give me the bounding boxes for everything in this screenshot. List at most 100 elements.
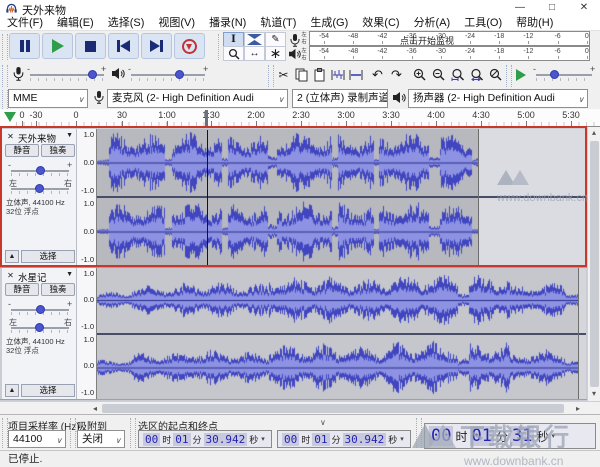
track2-menu-arrow-icon[interactable]: ▼ <box>66 271 73 278</box>
track2-vertical-scale[interactable]: 1.0 0.0 -1.0 1.0 0.0 -1.0 <box>77 268 97 400</box>
menu-effect[interactable]: 效果(C) <box>355 16 406 30</box>
zoom-out-button[interactable] <box>429 64 448 85</box>
stop-button[interactable] <box>75 33 106 59</box>
scroll-up-icon[interactable]: ▴ <box>588 128 600 137</box>
copy-icon <box>295 68 308 82</box>
track1-collapse-button[interactable]: ▲ <box>5 250 19 263</box>
track2-pan-thumb[interactable] <box>35 323 44 332</box>
field-dropdown-icon[interactable]: ▾ <box>400 435 404 443</box>
field-dropdown-icon[interactable]: ▾ <box>261 435 265 443</box>
zoom-tool-button[interactable] <box>223 46 244 61</box>
scroll-right-icon[interactable]: ▸ <box>572 404 584 413</box>
track2-solo-button[interactable]: 独奏 <box>41 283 75 296</box>
playback-meter[interactable]: -54-48-42-36-30-24-18-12-60 <box>309 46 590 61</box>
multi-tool-button[interactable]: ∗ <box>265 46 286 61</box>
horizontal-scroll-thumb[interactable] <box>102 404 564 413</box>
menu-tools[interactable]: 工具(O) <box>457 16 509 30</box>
track2-right-waveform[interactable] <box>97 337 578 398</box>
vertical-scroll-thumb[interactable] <box>590 141 599 387</box>
menu-analyze[interactable]: 分析(A) <box>407 16 458 30</box>
vertical-scrollbar[interactable]: ▴ ▾ <box>587 127 600 401</box>
scroll-left-icon[interactable]: ◂ <box>89 404 101 413</box>
track1-left-waveform[interactable] <box>97 130 478 195</box>
audio-position-field[interactable]: 00时 01分 31秒 ▾ <box>424 423 596 449</box>
track1-pan-thumb[interactable] <box>35 184 44 193</box>
redo-button[interactable]: ↷ <box>387 64 406 85</box>
play-speed-slider[interactable] <box>536 74 592 76</box>
menu-transport[interactable]: 播录(N) <box>202 16 253 30</box>
rec-vol-minus: - <box>27 64 30 74</box>
minimize-button[interactable]: — <box>504 0 536 16</box>
track2-mute-button[interactable]: 静音 <box>5 283 39 296</box>
track1-solo-button[interactable]: 独奏 <box>41 144 75 157</box>
track1-close-icon[interactable]: ✕ <box>5 131 16 142</box>
copy-button[interactable] <box>292 64 311 85</box>
recording-device-select[interactable]: 麦克风 (2- High Definition Audi∨ <box>107 89 288 108</box>
playhead-marker[interactable] <box>205 110 208 126</box>
trim-audio-button[interactable] <box>328 64 347 85</box>
cut-button[interactable]: ✂ <box>274 64 293 85</box>
record-button[interactable] <box>174 33 205 59</box>
track1-menu-arrow-icon[interactable]: ▼ <box>66 132 73 139</box>
selection-range-chevron-icon[interactable]: ∨ <box>320 418 326 427</box>
selection-end-field[interactable]: 00时 01分 30.942秒 ▾ <box>277 430 411 448</box>
track2-left-waveform[interactable] <box>97 269 578 331</box>
track2-close-icon[interactable]: ✕ <box>5 270 16 281</box>
maximize-button[interactable]: □ <box>536 0 568 16</box>
zoom-selection-button[interactable] <box>448 64 467 85</box>
track2-collapse-button[interactable]: ▲ <box>5 384 19 397</box>
track1-gain-thumb[interactable] <box>36 166 45 175</box>
playback-device-select[interactable]: 扬声器 (2- High Definition Audi∨ <box>408 89 588 108</box>
recording-meter[interactable]: 点击开始监视 -54-48-42-36-30-24-18-12-60 <box>309 31 590 46</box>
skip-to-end-button[interactable] <box>141 33 172 59</box>
menu-edit[interactable]: 编辑(E) <box>50 16 101 30</box>
zoom-fit-button[interactable] <box>467 64 486 85</box>
track1-title[interactable]: 天外来物 <box>18 131 64 145</box>
pause-button[interactable] <box>9 33 40 59</box>
chevron-down-icon: ∨ <box>578 91 584 108</box>
recording-volume-thumb[interactable] <box>88 70 97 79</box>
play-button[interactable] <box>42 33 73 59</box>
timeline-ruler[interactable]: 0-300301:001:302:002:303:003:304:004:305… <box>0 109 600 127</box>
selection-tool-button[interactable]: I <box>223 32 244 47</box>
recording-channels-select[interactable]: 2 (立体声) 录制声道∨ <box>292 89 388 108</box>
track1-mute-button[interactable]: 静音 <box>5 144 39 157</box>
edit-cursor <box>207 130 208 265</box>
timeshift-tool-button[interactable]: ↔ <box>244 46 265 61</box>
menu-select[interactable]: 选择(S) <box>101 16 152 30</box>
track2-select-button[interactable]: 选择 <box>21 384 75 397</box>
menu-file[interactable]: 文件(F) <box>0 16 50 30</box>
track1-select-button[interactable]: 选择 <box>21 250 75 263</box>
skip-to-start-button[interactable] <box>108 33 139 59</box>
playback-volume-thumb[interactable] <box>175 70 184 79</box>
transport-grip[interactable] <box>2 34 8 60</box>
zoom-in-button[interactable] <box>410 64 429 85</box>
field-dropdown-icon[interactable]: ▾ <box>552 432 556 440</box>
scroll-down-icon[interactable]: ▾ <box>588 389 600 398</box>
mixer-grip[interactable] <box>2 65 8 87</box>
paste-button[interactable] <box>310 64 329 85</box>
playback-volume-slider[interactable] <box>131 74 205 76</box>
menu-tracks[interactable]: 轨道(T) <box>253 16 303 30</box>
play-vol-minus: - <box>128 64 131 74</box>
track1-right-waveform[interactable] <box>97 199 478 264</box>
track2-gain-thumb[interactable] <box>36 305 45 314</box>
meter-monitor-hint[interactable]: 点击开始监视 <box>400 34 454 47</box>
track1-vertical-scale[interactable]: 1.0 0.0 -1.0 1.0 0.0 -1.0 <box>77 129 97 266</box>
selection-start-field[interactable]: 00时 01分 30.942秒 ▾ <box>138 430 272 448</box>
envelope-tool-button[interactable] <box>244 32 265 47</box>
play-at-speed-button[interactable] <box>512 66 530 84</box>
project-rate-select[interactable]: 44100∨ <box>8 430 66 448</box>
snap-to-select[interactable]: 关闭∨ <box>77 430 125 448</box>
menu-view[interactable]: 视图(V) <box>151 16 202 30</box>
silence-audio-button[interactable] <box>346 64 365 85</box>
track2-title[interactable]: 水星记 <box>18 270 64 284</box>
menu-generate[interactable]: 生成(G) <box>303 16 355 30</box>
horizontal-scrollbar[interactable]: ◂ ▸ <box>0 401 600 414</box>
audio-host-select[interactable]: MME∨ <box>8 89 88 108</box>
undo-button[interactable]: ↶ <box>368 64 387 85</box>
zoom-toggle-button[interactable] <box>486 64 505 85</box>
close-button[interactable]: ✕ <box>568 0 600 16</box>
menu-help[interactable]: 帮助(H) <box>509 16 560 30</box>
play-speed-thumb[interactable] <box>550 70 559 79</box>
